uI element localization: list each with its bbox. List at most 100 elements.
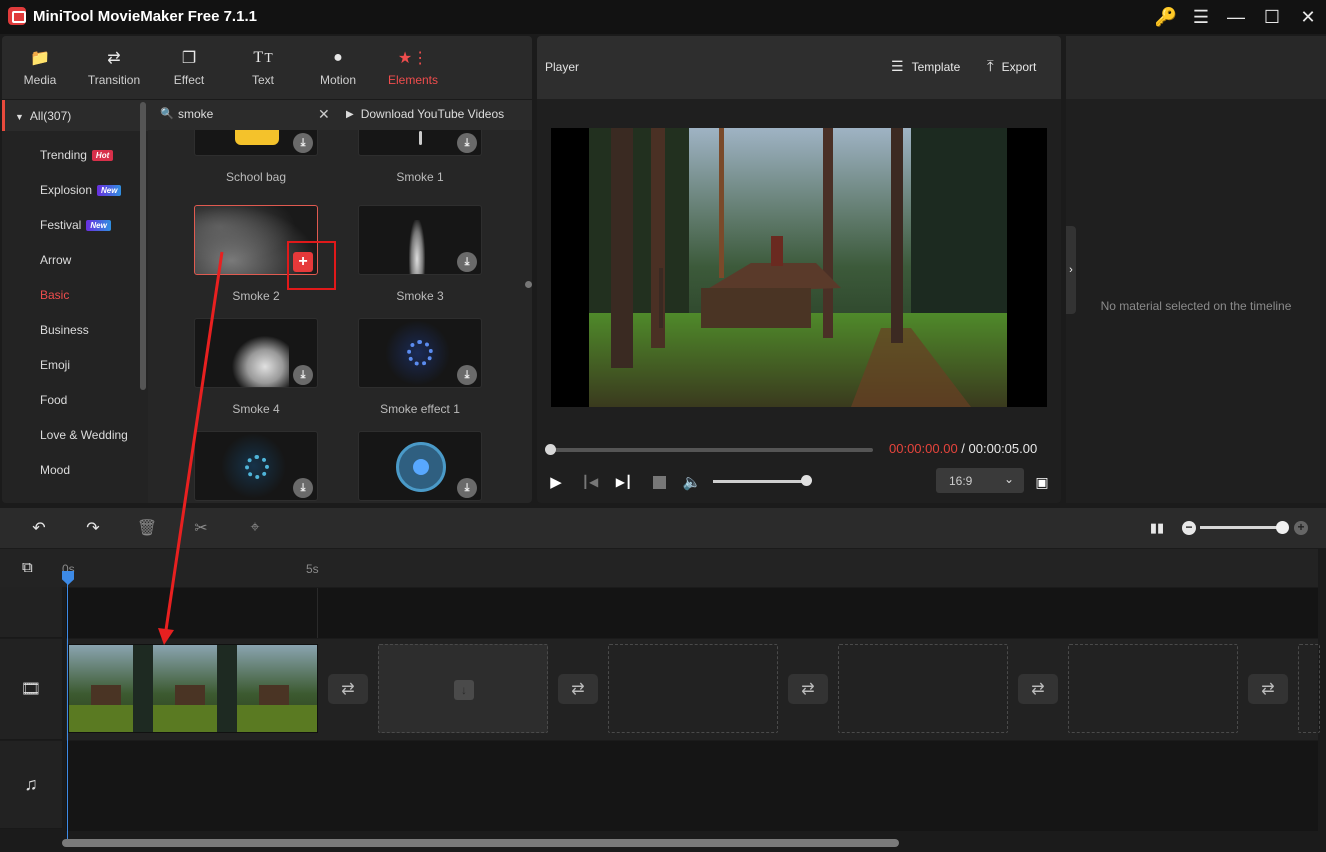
category-all[interactable]: ▼ All(307) — [2, 100, 148, 131]
category-arrow[interactable]: Arrow — [40, 253, 71, 267]
swap-icon: ⇄ — [341, 681, 355, 698]
track-divider — [317, 588, 318, 638]
download-icon[interactable]: ⤓ — [457, 133, 477, 153]
category-food[interactable]: Food — [40, 393, 67, 407]
volume-slider[interactable] — [713, 480, 807, 483]
element-item[interactable]: ⤓ Smoke 4 — [194, 318, 318, 416]
download-icon[interactable]: ⤓ — [457, 252, 477, 272]
element-thumbnail: ⤓ — [358, 205, 482, 275]
empty-clip-slot[interactable] — [608, 644, 778, 733]
download-icon[interactable]: ⤓ — [293, 478, 313, 498]
timeline-zoom-handle[interactable] — [1276, 521, 1289, 534]
empty-clip-slot[interactable] — [1068, 644, 1238, 733]
new-badge: New — [86, 219, 111, 231]
category-emoji[interactable]: Emoji — [40, 358, 70, 372]
next-frame-icon[interactable]: ▶┃ — [613, 473, 635, 491]
stop-icon[interactable] — [648, 473, 670, 491]
element-thumbnail: ⤓ — [194, 130, 318, 156]
category-love-wedding[interactable]: Love & Wedding — [40, 428, 128, 442]
category-label: Basic — [40, 288, 70, 302]
transition-button[interactable]: ⇄ — [558, 674, 598, 704]
crop-icon[interactable]: ⌖ — [244, 518, 266, 538]
seek-handle[interactable] — [545, 444, 556, 455]
download-icon[interactable]: ⤓ — [293, 133, 313, 153]
volume-handle[interactable] — [801, 475, 812, 486]
play-icon[interactable]: ▶ — [545, 473, 567, 491]
key-icon[interactable]: 🔑 — [1150, 4, 1182, 30]
category-explosion[interactable]: Explosion New — [40, 183, 122, 197]
upload-icon: ⤒ — [987, 58, 994, 75]
track-header-empty — [0, 587, 62, 638]
tab-text[interactable]: T T Text — [225, 36, 301, 100]
tab-media[interactable]: 📁 Media — [2, 36, 78, 100]
maximize-icon[interactable]: ☐ — [1256, 4, 1288, 30]
empty-clip-slot[interactable] — [1298, 644, 1320, 733]
category-mood[interactable]: Mood — [40, 463, 70, 477]
redo-icon[interactable]: ↷ — [82, 518, 104, 538]
empty-clip-slot[interactable]: ↓ — [378, 644, 548, 733]
previous-frame-icon[interactable]: ┃◀ — [579, 473, 601, 491]
fullscreen-icon[interactable]: ▣ — [1031, 473, 1053, 491]
transition-button[interactable]: ⇄ — [1248, 674, 1288, 704]
tab-effect[interactable]: ❐ Effect — [151, 36, 227, 100]
category-trending[interactable]: Trending Hot — [40, 148, 114, 162]
timeline-zoom-slider[interactable] — [1200, 526, 1282, 529]
tab-transition[interactable]: ⇄ Transition — [76, 36, 152, 100]
download-icon[interactable]: ⤓ — [457, 365, 477, 385]
close-icon[interactable]: ✕ — [1292, 4, 1324, 30]
category-festival[interactable]: Festival New — [40, 218, 111, 232]
element-thumbnail: ⤓ — [194, 431, 318, 501]
forest-cabin-frame — [589, 128, 1007, 407]
element-item[interactable]: ⤓ Smoke 1 — [358, 130, 482, 184]
playhead-line[interactable] — [67, 580, 68, 840]
delete-icon[interactable]: 🗑 — [136, 518, 158, 538]
transition-button[interactable]: ⇄ — [788, 674, 828, 704]
split-scissors-icon[interactable]: ✂ — [190, 518, 212, 538]
menu-icon[interactable]: ☰ — [1185, 4, 1217, 30]
transition-button[interactable]: ⇄ — [328, 674, 368, 704]
timeline-ruler[interactable]: ⧉ 0s 5s — [0, 549, 1318, 587]
download-icon[interactable]: ⤓ — [293, 365, 313, 385]
element-item[interactable]: ⤓ Smoke 3 — [358, 205, 482, 303]
element-item[interactable]: ⤓ School bag — [194, 130, 318, 184]
aspect-ratio-select[interactable]: 16:9 ⌄ — [936, 468, 1024, 493]
element-item[interactable]: ⤓ Smoke effect 1 — [358, 318, 482, 416]
undo-icon[interactable]: ↶ — [28, 518, 50, 538]
clear-search-icon[interactable]: ✕ — [318, 106, 330, 123]
panel-resize-handle[interactable] — [525, 281, 532, 288]
template-button[interactable]: ☰ Template — [891, 58, 960, 75]
video-preview[interactable] — [551, 128, 1047, 407]
minimize-icon[interactable]: — — [1220, 4, 1252, 30]
transition-button[interactable]: ⇄ — [1018, 674, 1058, 704]
zoom-out-icon[interactable]: − — [1182, 521, 1196, 535]
category-scrollbar[interactable] — [140, 102, 146, 390]
category-label: Trending — [40, 148, 87, 162]
element-item[interactable]: ⤓ — [194, 431, 318, 501]
download-icon[interactable]: ⤓ — [457, 478, 477, 498]
fit-timeline-icon[interactable]: ▮▮ — [1146, 518, 1168, 538]
category-business[interactable]: Business — [40, 323, 89, 337]
category-list: ▼ All(307) Trending Hot Explosion New Festi… — [2, 100, 148, 503]
tab-elements[interactable]: ★⋮ Elements — [375, 36, 451, 100]
seek-bar[interactable] — [549, 448, 873, 452]
category-label: Arrow — [40, 253, 72, 267]
new-badge: New — [97, 184, 122, 196]
add-track-icon[interactable]: ⧉ — [22, 559, 40, 577]
video-clip[interactable] — [68, 644, 318, 733]
search-bar: 🔍 ✕ ▶ Download YouTube Videos — [148, 100, 532, 130]
element-item[interactable]: ⤓ — [358, 431, 482, 501]
category-basic[interactable]: Basic — [40, 288, 69, 302]
empty-clip-slot[interactable] — [838, 644, 1008, 733]
volume-icon[interactable]: 🔈 — [681, 473, 703, 491]
ruler-tick: 5s — [306, 562, 319, 576]
audio-track[interactable] — [66, 741, 1318, 831]
properties-header — [1066, 36, 1326, 99]
download-youtube-button[interactable]: ▶ Download YouTube Videos — [346, 107, 504, 121]
audio-track-header: ♫ — [0, 741, 62, 829]
tab-motion[interactable]: ● Motion — [300, 36, 376, 100]
search-input[interactable] — [178, 107, 298, 121]
zoom-in-icon[interactable]: + — [1294, 521, 1308, 535]
export-button[interactable]: ⤒ Export — [987, 58, 1036, 75]
overlay-track[interactable] — [66, 588, 1318, 638]
timeline-horizontal-scrollbar[interactable] — [62, 839, 899, 847]
